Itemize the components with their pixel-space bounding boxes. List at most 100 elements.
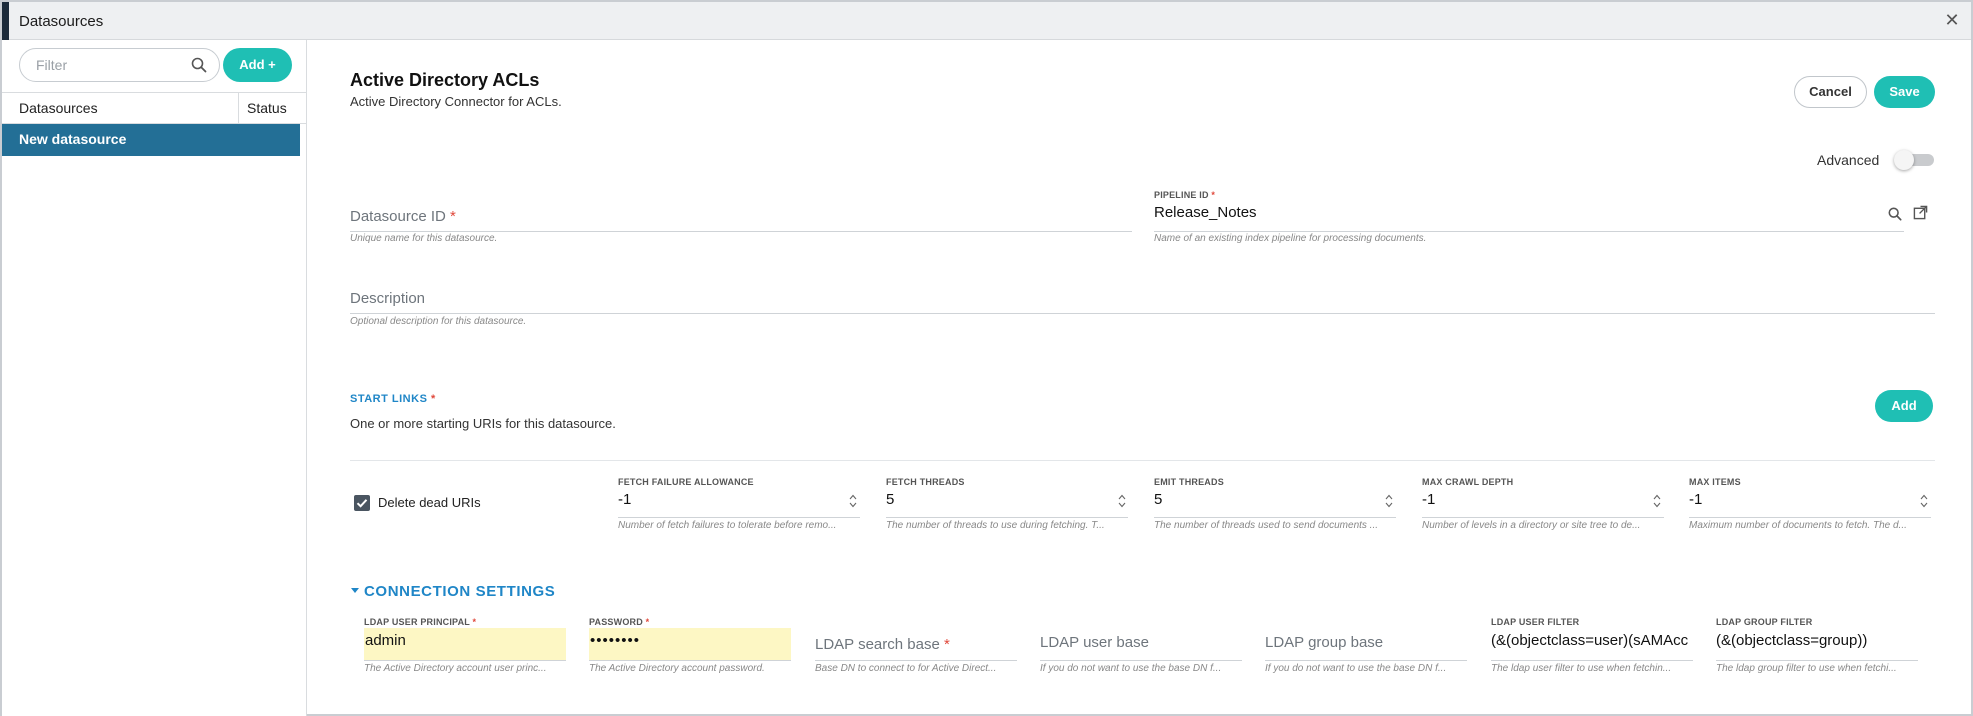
required-marker: * <box>472 617 477 627</box>
stepper-icon[interactable] <box>849 494 857 508</box>
required-marker: * <box>450 208 456 225</box>
column-header-datasources[interactable]: Datasources <box>19 100 98 116</box>
ldap-user-principal-underline <box>364 660 566 661</box>
filter-box <box>19 48 220 82</box>
datasource-id-label-text: Datasource ID <box>350 208 446 225</box>
password-label: PASSWORD * <box>589 617 649 627</box>
fetch-failure-underline <box>618 517 860 518</box>
connection-settings-title[interactable]: CONNECTION SETTINGS <box>364 583 555 600</box>
datasource-id-field[interactable] <box>350 231 1132 232</box>
ldap-user-principal-input[interactable]: admin <box>365 632 563 649</box>
page-title: Active Directory ACLs <box>350 70 540 90</box>
max-crawl-depth-label: MAX CRAWL DEPTH <box>1422 477 1514 487</box>
ldap-user-filter-input[interactable]: (&(objectclass=user)(sAMAcc <box>1491 632 1693 649</box>
stepper-icon[interactable] <box>1385 494 1393 508</box>
max-crawl-depth-underline <box>1422 517 1664 518</box>
max-crawl-depth-help: Number of levels in a directory or site … <box>1422 520 1641 531</box>
ldap-user-base-help: If you do not want to use the base DN f.… <box>1040 663 1222 674</box>
fetch-threads-input[interactable]: 5 <box>886 491 1106 508</box>
add-start-link-button[interactable]: Add <box>1875 390 1933 422</box>
title-accent <box>2 2 9 40</box>
column-header-status[interactable]: Status <box>247 100 287 116</box>
stepper-icon[interactable] <box>1118 494 1126 508</box>
ldap-group-base-label: LDAP group base <box>1265 634 1384 651</box>
ldap-user-filter-label: LDAP USER FILTER <box>1491 617 1580 627</box>
ldap-group-filter-help: The ldap group filter to use when fetchi… <box>1716 663 1897 674</box>
description-help: Optional description for this datasource… <box>350 316 527 327</box>
required-marker: * <box>430 393 436 405</box>
ldap-user-principal-help: The Active Directory account user princ.… <box>364 663 547 674</box>
password-label-text: PASSWORD <box>589 617 643 627</box>
emit-threads-underline <box>1154 517 1396 518</box>
ldap-search-base-label: LDAP search base * <box>815 636 950 653</box>
open-external-icon[interactable] <box>1913 205 1928 220</box>
ldap-group-filter-input[interactable]: (&(objectclass=group)) <box>1716 632 1918 649</box>
pipeline-id-label: PIPELINE ID * <box>1154 190 1215 200</box>
password-input[interactable]: •••••••• <box>590 632 788 649</box>
emit-threads-input[interactable]: 5 <box>1154 491 1374 508</box>
fetch-failure-input[interactable]: -1 <box>618 491 838 508</box>
collapse-caret-icon[interactable] <box>351 588 359 593</box>
sidebar-table-header: Datasources Status <box>2 92 306 124</box>
emit-threads-label: EMIT THREADS <box>1154 477 1224 487</box>
max-items-underline <box>1689 517 1931 518</box>
checkmark-icon <box>356 499 368 508</box>
advanced-label: Advanced <box>1817 152 1880 168</box>
ldap-user-filter-underline <box>1491 660 1693 661</box>
password-help: The Active Directory account password. <box>589 663 765 674</box>
password-underline <box>589 660 791 661</box>
search-icon[interactable] <box>1888 207 1902 221</box>
advanced-toggle[interactable] <box>1894 150 1936 170</box>
ldap-group-base-help: If you do not want to use the base DN f.… <box>1265 663 1447 674</box>
section-divider <box>350 460 1935 461</box>
search-icon[interactable] <box>191 57 207 73</box>
add-datasource-button[interactable]: Add + <box>223 48 292 82</box>
ldap-group-filter-underline <box>1716 660 1918 661</box>
max-items-input[interactable]: -1 <box>1689 491 1909 508</box>
required-marker: * <box>645 617 650 627</box>
delete-dead-uris-checkbox[interactable] <box>354 495 370 511</box>
fetch-threads-help: The number of threads to use during fetc… <box>886 520 1105 531</box>
start-links-description: One or more starting URIs for this datas… <box>350 416 616 431</box>
filter-input[interactable] <box>36 56 186 74</box>
pipeline-id-underline <box>1154 231 1904 232</box>
max-crawl-depth-input[interactable]: -1 <box>1422 491 1642 508</box>
fetch-threads-underline <box>886 517 1128 518</box>
fetch-threads-label: FETCH THREADS <box>886 477 965 487</box>
ldap-user-filter-help: The ldap user filter to use when fetchin… <box>1491 663 1672 674</box>
column-divider <box>238 93 239 124</box>
delete-dead-uris-label: Delete dead URIs <box>378 495 481 510</box>
ldap-user-base-label: LDAP user base <box>1040 634 1149 651</box>
sidebar: Add + Datasources Status New datasource <box>2 40 307 716</box>
ldap-user-principal-label-text: LDAP USER PRINCIPAL <box>364 617 470 627</box>
pipeline-id-label-text: PIPELINE ID <box>1154 190 1209 200</box>
emit-threads-help: The number of threads used to send docum… <box>1154 520 1379 531</box>
ldap-user-principal-label: LDAP USER PRINCIPAL * <box>364 617 476 627</box>
fetch-failure-label: FETCH FAILURE ALLOWANCE <box>618 477 754 487</box>
ldap-search-base-help: Base DN to connect to for Active Direct.… <box>815 663 997 674</box>
save-button[interactable]: Save <box>1874 76 1935 108</box>
main-panel: Active Directory ACLs Active Directory C… <box>308 40 1973 716</box>
stepper-icon[interactable] <box>1653 494 1661 508</box>
max-items-label: MAX ITEMS <box>1689 477 1741 487</box>
page-subtitle: Active Directory Connector for ACLs. <box>350 94 562 109</box>
required-marker: * <box>1211 190 1216 200</box>
datasource-id-help: Unique name for this datasource. <box>350 233 498 244</box>
sidebar-item-new-datasource[interactable]: New datasource <box>2 124 300 156</box>
ldap-group-filter-label: LDAP GROUP FILTER <box>1716 617 1813 627</box>
ldap-search-base-label-text: LDAP search base <box>815 636 940 653</box>
datasources-window: Datasources ✕ Add + Datasources Status N… <box>0 0 1973 716</box>
description-field[interactable] <box>350 313 1935 314</box>
cancel-button[interactable]: Cancel <box>1794 76 1867 108</box>
pipeline-id-input[interactable]: Release_Notes <box>1154 204 1854 221</box>
start-links-title: START LINKS * <box>350 393 436 405</box>
ldap-user-base-field[interactable] <box>1040 660 1242 661</box>
ldap-search-base-field[interactable] <box>815 660 1017 661</box>
required-marker: * <box>943 636 950 653</box>
datasource-id-label: Datasource ID * <box>350 208 456 225</box>
ldap-group-base-field[interactable] <box>1265 660 1467 661</box>
toggle-knob <box>1894 150 1914 170</box>
pipeline-id-help: Name of an existing index pipeline for p… <box>1154 233 1427 244</box>
close-icon[interactable]: ✕ <box>1941 9 1963 31</box>
stepper-icon[interactable] <box>1920 494 1928 508</box>
